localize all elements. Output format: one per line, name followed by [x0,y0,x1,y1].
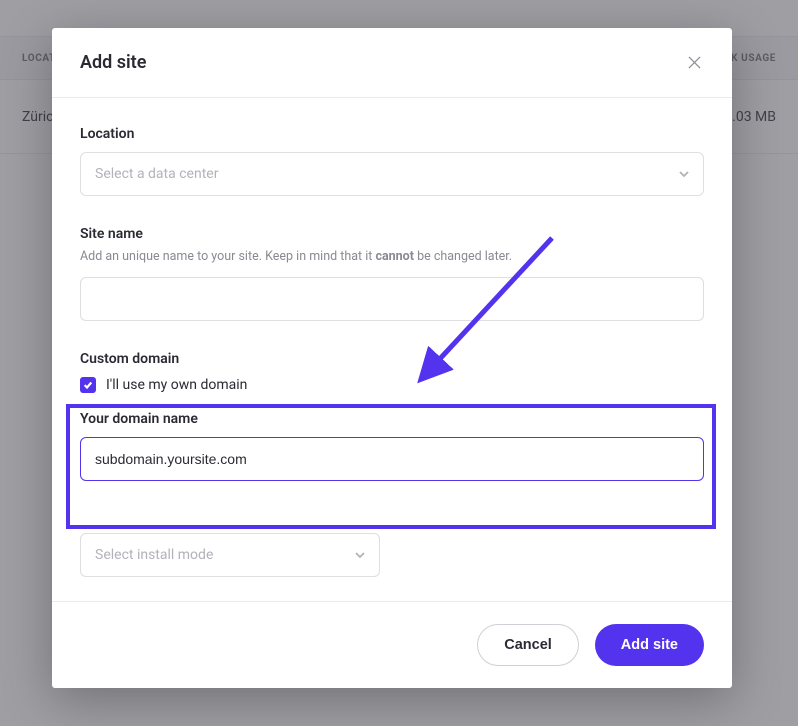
installmode-field-group: Select install mode [80,533,704,577]
sitename-hint-strong: cannot [375,249,414,264]
customdomain-label: Custom domain [80,351,704,367]
installmode-select-placeholder: Select install mode [95,547,213,563]
close-icon [688,56,701,69]
add-site-button[interactable]: Add site [595,624,704,666]
sitename-hint-prefix: Add an unique name to your site. Keep in… [80,249,375,264]
modal-footer: Cancel Add site [52,601,732,688]
yourdomain-label: Your domain name [80,411,704,427]
cancel-button[interactable]: Cancel [477,624,579,666]
yourdomain-field-group: Your domain name [80,411,704,481]
sitename-label: Site name [80,226,704,242]
chevron-down-icon [355,550,365,560]
chevron-down-icon [679,169,689,179]
check-icon [83,380,93,390]
sitename-field-group: Site name Add an unique name to your sit… [80,226,704,321]
yourdomain-input[interactable] [80,437,704,481]
own-domain-checkbox-row[interactable]: I'll use my own domain [80,377,704,393]
location-field-group: Location Select a data center [80,126,704,196]
close-button[interactable] [684,53,704,73]
modal-title: Add site [80,52,146,73]
installmode-select[interactable]: Select install mode [80,533,380,577]
add-site-modal: Add site Location Select a data center S… [52,28,732,688]
sitename-input[interactable] [80,277,704,321]
modal-header: Add site [52,28,732,98]
location-select-placeholder: Select a data center [95,166,218,182]
location-select[interactable]: Select a data center [80,152,704,196]
location-label: Location [80,126,704,142]
modal-body: Location Select a data center Site name … [52,98,732,601]
own-domain-checkbox[interactable] [80,377,96,393]
sitename-hint: Add an unique name to your site. Keep in… [80,248,704,267]
customdomain-field-group: Custom domain I'll use my own domain [80,351,704,393]
own-domain-checkbox-label: I'll use my own domain [106,377,247,393]
sitename-hint-suffix: be changed later. [414,249,512,264]
